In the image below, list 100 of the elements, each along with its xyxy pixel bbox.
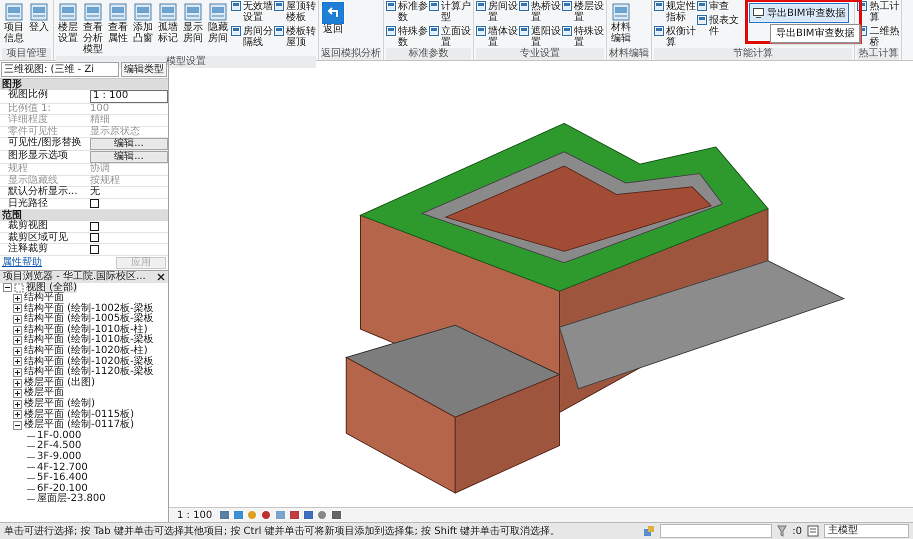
ribbon-button[interactable]: 无效墙设置 — [231, 1, 273, 23]
expand-icon[interactable] — [13, 326, 22, 335]
ribbon-button[interactable]: 计算户型 — [429, 1, 471, 23]
expand-icon[interactable] — [13, 294, 22, 303]
section-header[interactable]: 图形 — [0, 79, 168, 90]
expand-icon[interactable] — [13, 357, 22, 366]
collapse-icon[interactable] — [13, 421, 22, 430]
panel-icon — [654, 26, 664, 36]
expand-icon[interactable] — [13, 389, 22, 398]
tree-item[interactable]: 2F-4.500 — [37, 441, 82, 452]
ribbon-button[interactable]: 材料编辑 — [609, 1, 633, 45]
ribbon-button[interactable]: 楼板转屋顶 — [274, 26, 316, 48]
close-icon[interactable] — [157, 272, 165, 280]
window-icon — [83, 2, 103, 22]
property-name: 视图比例 — [7, 90, 49, 102]
tree-item[interactable]: 结构平面 (绘制-1005板-梁板 — [24, 314, 154, 325]
status-message: 单击可进行选择; 按 Tab 键并单击可选择其他项目; 按 Ctrl 键并单击可将新项目添加到选择集; 按 Shift 键并单击可取消选择。 — [4, 524, 562, 538]
panel-title: 热工计算 — [857, 48, 900, 60]
expand-icon[interactable] — [13, 410, 22, 420]
checkbox[interactable] — [90, 222, 99, 231]
ribbon-button[interactable]: 屋顶转楼板 — [274, 1, 316, 23]
tree-item[interactable]: 1F-0.000 — [37, 430, 82, 442]
ribbon-button[interactable]: 遮阳设置 — [519, 26, 561, 48]
ribbon-button[interactable]: 返回 — [321, 1, 345, 36]
checkbox[interactable] — [90, 199, 99, 208]
expand-icon[interactable] — [13, 378, 22, 388]
ribbon-button[interactable]: 房间设置 — [476, 1, 518, 23]
property-value: 显示原状态 — [90, 126, 140, 137]
ribbon-button[interactable]: 特殊参数 — [386, 26, 428, 48]
expand-icon[interactable] — [13, 315, 22, 324]
edit-button[interactable]: 编辑... — [90, 151, 168, 163]
checkbox[interactable] — [90, 244, 99, 254]
tree-item[interactable]: 结构平面 — [24, 293, 64, 304]
edit-button[interactable]: 编辑... — [90, 138, 168, 150]
property-name: 默认分析显示... — [7, 187, 79, 198]
ribbon-button[interactable]: 项目信息 — [2, 1, 26, 45]
expand-icon[interactable] — [13, 336, 22, 346]
ribbon-button[interactable]: 墙体设置 — [476, 26, 518, 48]
ribbon-button[interactable]: 权衡计算 — [654, 26, 696, 48]
model-dropdown[interactable]: 主模型 — [824, 524, 909, 538]
expand-icon[interactable] — [13, 400, 22, 409]
expand-icon[interactable] — [13, 346, 22, 356]
ribbon-button[interactable]: 楼层设置 — [562, 1, 604, 23]
help-link[interactable]: 属性帮助 — [2, 256, 42, 268]
ribbon-button[interactable]: 热工计算 — [857, 1, 900, 23]
tree-item[interactable]: 结构平面 (绘制-1120板-梁板 — [24, 367, 154, 378]
ribbon-button[interactable]: 查看属性 — [106, 1, 130, 45]
panel-icon — [476, 26, 486, 36]
view-type-dropdown[interactable]: 三维视图: (三维 - Zi — [1, 62, 119, 77]
tree-item[interactable]: 4F-12.700 — [37, 462, 88, 474]
ribbon-button[interactable]: 登入 — [27, 1, 51, 34]
window-icon — [133, 2, 153, 22]
panel-title: 项目浏览器 - 华工院.国际校区... — [3, 270, 146, 282]
ribbon-button[interactable]: 楼层设置 — [56, 1, 80, 45]
editing-icon[interactable] — [807, 525, 819, 537]
expand-icon[interactable] — [13, 304, 22, 314]
ribbon-button[interactable]: 审查 — [697, 1, 739, 12]
ribbon-button[interactable]: 规定性指标 — [654, 1, 696, 23]
tree-item[interactable]: 5F-16.400 — [37, 473, 88, 484]
tree-item[interactable]: 屋面层-23.800 — [37, 494, 106, 505]
checkbox[interactable] — [90, 233, 99, 242]
edit-type-button[interactable]: 编辑类型 — [121, 62, 167, 77]
window-icon — [29, 2, 49, 22]
tree-item[interactable]: 楼层平面 (绘制-0117板) — [24, 420, 134, 431]
view-scale[interactable]: 1 : 100 — [177, 510, 212, 520]
panel-icon — [386, 26, 396, 36]
ribbon-button[interactable]: 房间分隔线 — [231, 26, 273, 48]
panel-icon — [562, 26, 572, 36]
tree-item[interactable]: 6F-20.100 — [37, 484, 88, 494]
export-data-button[interactable]: 导出BIM审查数据 — [749, 3, 850, 23]
tree-item[interactable]: 楼层平面 (绘制) — [24, 399, 95, 410]
expand-icon[interactable] — [13, 368, 22, 378]
property-name: 可见性/图形替换 — [7, 138, 82, 150]
tree-item[interactable]: 3F-9.000 — [37, 452, 82, 463]
ribbon-button[interactable]: 热桥设置 — [519, 1, 561, 23]
tree-item[interactable]: 结构平面 (绘制-1020板-柱) — [24, 346, 148, 357]
property-name: 规程 — [7, 164, 29, 174]
panel-icon — [562, 1, 572, 11]
property-name: 零件可见性 — [7, 126, 59, 136]
ribbon-button[interactable]: 标准参数 — [386, 1, 428, 23]
ribbon-button[interactable]: 报表文件 — [697, 15, 739, 37]
section-header[interactable]: 范围 — [0, 210, 168, 221]
filter-icon[interactable] — [777, 525, 788, 537]
ribbon-button[interactable]: 添加凸窗 — [131, 1, 155, 45]
ribbon-button[interactable]: 立面设置 — [429, 26, 471, 48]
property-value: 100 — [90, 104, 110, 114]
property-name: 比例值 1: — [7, 104, 52, 114]
property-value: 无 — [90, 187, 100, 198]
ribbon-button[interactable]: 特殊设置 — [562, 26, 604, 48]
ribbon-button[interactable]: 查看分析模型 — [81, 1, 105, 56]
collapse-icon[interactable] — [3, 283, 12, 292]
property-value: 按规程 — [90, 176, 120, 186]
ribbon-button[interactable]: 孤墙标记 — [156, 1, 180, 45]
window-icon — [208, 2, 228, 22]
worksets-icon[interactable] — [643, 525, 656, 537]
window-icon — [611, 2, 631, 22]
ribbon-button[interactable]: 显示房间 — [181, 1, 205, 45]
window-icon — [4, 2, 24, 22]
scale-input-field[interactable]: 1 : 100 — [90, 90, 168, 102]
ribbon-button[interactable]: 隐藏房间 — [206, 1, 230, 45]
